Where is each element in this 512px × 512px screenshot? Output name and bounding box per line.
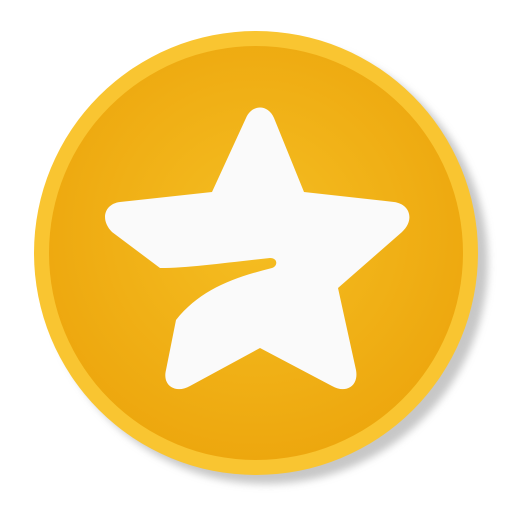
app-icon-canvas xyxy=(0,0,512,512)
star-badge-icon[interactable] xyxy=(0,0,512,512)
